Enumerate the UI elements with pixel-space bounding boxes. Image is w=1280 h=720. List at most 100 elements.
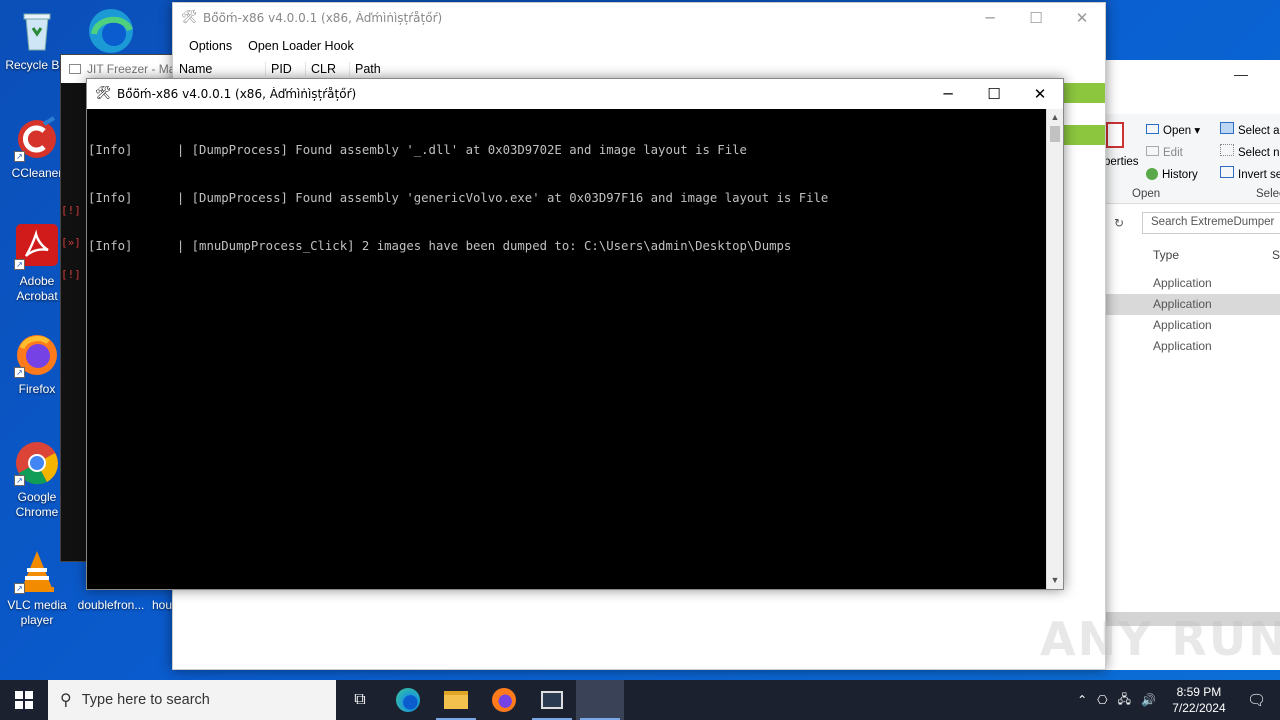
folder-icon (444, 691, 468, 709)
maximize-button[interactable]: ☐ (971, 79, 1017, 109)
boom-main-title: Bő̈ö̈ḿ-x86 v4.0.0.1 (x86, Àďḿìṅìșțŕåțőŕ) (203, 11, 443, 25)
taskbar-edge-button[interactable] (384, 680, 432, 720)
menu-open-loader-hook[interactable]: Open Loader Hook (240, 39, 362, 53)
file-row[interactable]: Application (1100, 315, 1280, 336)
edge-icon (396, 688, 420, 712)
menu-options[interactable]: Options (181, 39, 240, 53)
select-group-label: Selec (1256, 188, 1280, 200)
column-header-pid[interactable]: PID (265, 62, 292, 76)
taskbar-firefox-button[interactable] (480, 680, 528, 720)
minimize-button[interactable]: ─ (967, 3, 1013, 33)
console-line: [Info] | [DumpProcess] Found assembly '_… (88, 143, 747, 157)
clock[interactable]: 8:59 PM 7/22/2024 (1161, 684, 1237, 716)
open-button[interactable]: Open ▾ (1146, 120, 1200, 142)
console-window[interactable]: 🛠 Bő̈ö̈ḿ-x86 v4.0.0.1 (x86, Àďḿìṅìșțŕåțő… (86, 78, 1064, 590)
anyrun-watermark: ANY RUN (1040, 612, 1280, 666)
file-row[interactable]: Application (1100, 273, 1280, 294)
maximize-button[interactable]: ☐ (1013, 3, 1059, 33)
app-icon (69, 64, 81, 74)
desktop-icon-label: VLC media player (7, 598, 67, 627)
taskbar-jit-freezer-button[interactable] (528, 680, 576, 720)
console-title: Bő̈ö̈ḿ-x86 v4.0.0.1 (x86, Àďḿìṅìșțŕåțőŕ) (117, 87, 357, 101)
start-button[interactable] (0, 680, 48, 720)
close-button[interactable]: ✕ (1017, 79, 1063, 109)
firefox-icon: ↗ (14, 332, 60, 378)
file-row[interactable]: Application (1100, 294, 1280, 315)
taskbar-boom-button[interactable] (576, 680, 624, 720)
select-all-icon (1220, 122, 1234, 134)
ccleaner-icon: ↗ (14, 116, 60, 162)
desktop-icon-label: Google Chrome (15, 490, 59, 519)
open-icon (1146, 124, 1159, 134)
taskbar-search-input[interactable]: ⚲ Type here to search (48, 680, 336, 720)
file-explorer-window[interactable]: perties Open ▾ Edit History Open Select … (1100, 60, 1280, 670)
select-all-button[interactable]: Select a (1220, 120, 1280, 142)
jit-marker: [!] (61, 268, 81, 281)
volume-icon[interactable]: 🔊 (1141, 693, 1156, 707)
app-window-icon (541, 691, 563, 709)
select-none-button[interactable]: Select n (1220, 142, 1280, 164)
console-line: [Info] | [mnuDumpProcess_Click] 2 images… (88, 239, 792, 253)
console-titlebar[interactable]: 🛠 Bő̈ö̈ḿ-x86 v4.0.0.1 (x86, Àďḿìṅìșțŕåțő… (87, 79, 1063, 109)
network-icon[interactable]: 🖧 (1118, 690, 1131, 711)
adobe-acrobat-icon: ↗ (14, 224, 60, 270)
column-header-type[interactable]: Type (1153, 248, 1179, 262)
clock-time: 8:59 PM (1176, 685, 1222, 699)
column-header-path[interactable]: Path (349, 62, 381, 76)
desktop-icon-label: Adobe Acrobat (16, 274, 58, 303)
search-input[interactable]: Search ExtremeDumper (1142, 212, 1280, 234)
meet-now-icon[interactable]: ⎔ (1097, 693, 1107, 707)
column-header-clr[interactable]: CLR (305, 62, 336, 76)
jit-marker: [!] (61, 204, 81, 217)
tools-icon: 🛠 (95, 86, 112, 101)
menu-bar: Options Open Loader Hook (173, 33, 1105, 59)
minimize-icon[interactable] (1234, 64, 1248, 76)
edge-icon[interactable] (86, 6, 136, 56)
search-icon: ⚲ (60, 692, 72, 709)
column-header-size[interactable]: S (1272, 248, 1280, 262)
task-view-icon: ⧉ (354, 691, 366, 708)
invert-selection-icon (1220, 166, 1234, 178)
edit-button[interactable]: Edit (1146, 142, 1200, 164)
jit-marker: [»] (61, 236, 81, 249)
scroll-down-icon[interactable]: ▼ (1047, 572, 1063, 589)
ribbon: perties Open ▾ Edit History Open Select … (1100, 114, 1280, 204)
boom-main-titlebar[interactable]: 🛠 Bő̈ö̈ḿ-x86 v4.0.0.1 (x86, Àďḿìṅìșțŕåțő… (173, 3, 1105, 33)
search-placeholder: Type here to search (81, 692, 210, 708)
history-icon (1146, 168, 1158, 180)
chevron-up-icon[interactable]: ⌃ (1077, 693, 1087, 707)
process-row-highlight[interactable] (1059, 125, 1105, 145)
vlc-icon: ↗ (14, 548, 60, 594)
recycle-bin-icon (14, 8, 60, 54)
scroll-thumb[interactable] (1050, 126, 1060, 142)
system-tray: ⌃ ⎔ 🖧 🔊 8:59 PM 7/22/2024 🗨 (1072, 680, 1280, 720)
task-view-button[interactable]: ⧉ (336, 680, 384, 720)
close-button[interactable]: ✕ (1059, 3, 1105, 33)
firefox-icon (492, 688, 516, 712)
scroll-up-icon[interactable]: ▲ (1047, 109, 1063, 126)
edit-icon (1146, 146, 1159, 156)
notification-icon[interactable]: 🗨 (1247, 691, 1266, 709)
taskbar-file-explorer-button[interactable] (432, 680, 480, 720)
select-none-icon (1220, 144, 1234, 156)
console-output[interactable]: [Info] | [DumpProcess] Found assembly '_… (87, 109, 1046, 589)
column-header-name[interactable]: Name (179, 62, 212, 76)
open-group-label: Open (1132, 188, 1161, 200)
minimize-button[interactable]: ─ (925, 79, 971, 109)
history-button[interactable]: History (1146, 164, 1200, 186)
file-row[interactable]: Application (1100, 336, 1280, 357)
properties-label[interactable]: perties (1104, 156, 1139, 168)
tools-icon: 🛠 (181, 10, 198, 25)
desktop-icon-label: doublefron... (77, 598, 145, 612)
process-row-highlight[interactable] (1059, 83, 1105, 103)
clock-date: 7/22/2024 (1172, 701, 1226, 715)
vertical-scrollbar[interactable]: ▲ ▼ (1046, 109, 1063, 589)
invert-selection-button[interactable]: Invert se (1220, 164, 1280, 186)
jit-freezer-title: JIT Freezer - Ma (87, 62, 176, 76)
console-line: [Info] | [DumpProcess] Found assembly 'g… (88, 191, 829, 205)
taskbar: ⚲ Type here to search ⧉ ⌃ ⎔ 🖧 🔊 8:59 PM … (0, 680, 1280, 720)
properties-icon[interactable] (1106, 122, 1124, 148)
refresh-icon[interactable]: ↻ (1114, 216, 1124, 230)
windows-icon (15, 691, 33, 709)
chrome-icon: ↗ (14, 440, 60, 486)
